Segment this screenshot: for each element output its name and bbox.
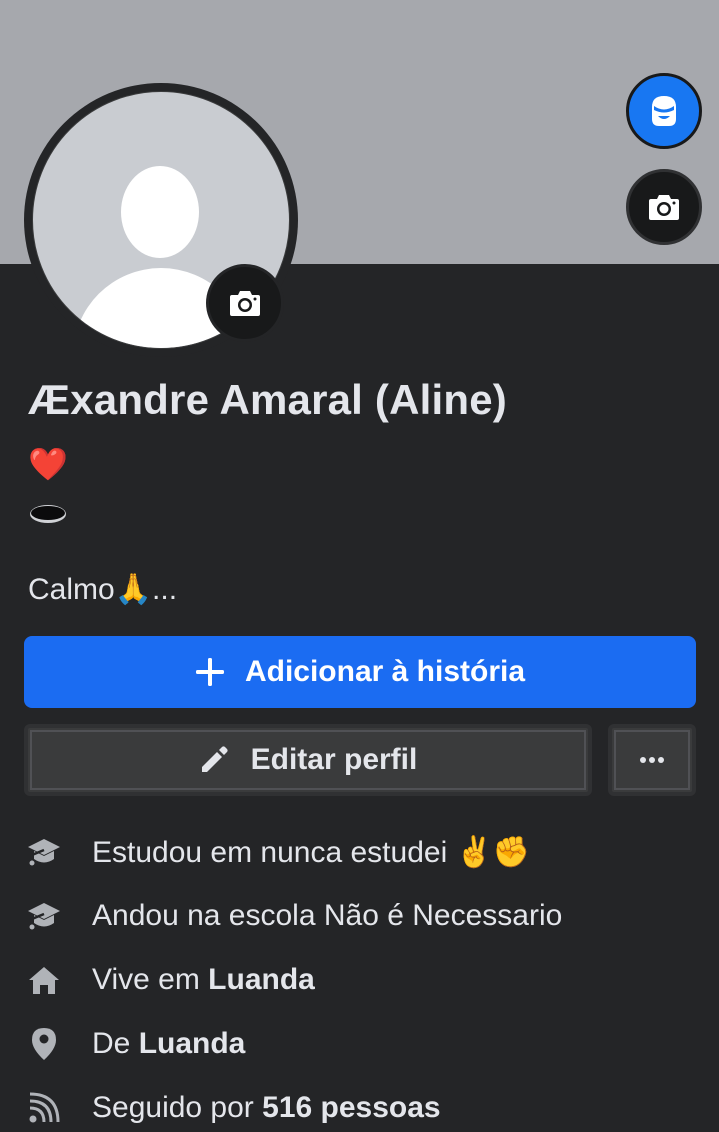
detail-school: Andou na escola Não é Necessario: [0, 884, 719, 948]
detail-studied: Estudou em nunca estudei ✌️✊: [0, 820, 719, 884]
detail-followers-prefix: Seguido por: [92, 1091, 263, 1124]
detail-followers-count[interactable]: 516 pessoas: [262, 1091, 440, 1124]
plus-icon: [195, 657, 225, 687]
detail-school-text: Andou na escola Não é Necessario: [92, 899, 563, 932]
more-options-button[interactable]: [608, 724, 696, 796]
profile-picture-camera-button[interactable]: [206, 264, 284, 342]
detail-lives-in-city[interactable]: Luanda: [208, 963, 315, 996]
edit-profile-button[interactable]: Editar perfil: [24, 724, 592, 796]
detail-studied-text: Estudou em nunca estudei ✌️✊: [92, 835, 531, 869]
avatar-creator-button[interactable]: [626, 73, 702, 149]
camera-icon: [230, 291, 260, 316]
graduation-cap-icon: [26, 898, 62, 934]
add-to-story-button[interactable]: Adicionar à história: [24, 636, 696, 708]
edit-profile-label: Editar perfil: [250, 743, 418, 776]
more-dots-icon: [640, 757, 664, 763]
location-pin-icon: [26, 1026, 62, 1062]
detail-followers: Seguido por 516 pessoas: [0, 1076, 719, 1132]
home-icon: [26, 962, 62, 998]
detail-lives-in: Vive em Luanda: [0, 948, 719, 1012]
avatar-icon: [652, 96, 676, 126]
detail-from-prefix: De: [92, 1027, 139, 1060]
heart-emoji: ❤️: [28, 446, 68, 482]
camera-icon: [649, 195, 679, 220]
profile-page: Æxandre Amaral (Aline) ❤️ Calmo🙏... Adic…: [0, 0, 719, 1132]
detail-from: De Luanda: [0, 1012, 719, 1076]
cover-camera-button[interactable]: [626, 169, 702, 245]
rss-feed-icon: [26, 1090, 62, 1126]
profile-bio: Calmo🙏...: [28, 573, 178, 606]
hole-emoji: [29, 503, 67, 525]
detail-lives-in-prefix: Vive em: [92, 963, 209, 996]
detail-from-city[interactable]: Luanda: [139, 1027, 246, 1060]
graduation-cap-icon: [26, 834, 62, 870]
pencil-icon: [199, 745, 229, 775]
profile-name: Æxandre Amaral (Aline): [28, 376, 507, 423]
add-to-story-label: Adicionar à história: [244, 655, 526, 688]
